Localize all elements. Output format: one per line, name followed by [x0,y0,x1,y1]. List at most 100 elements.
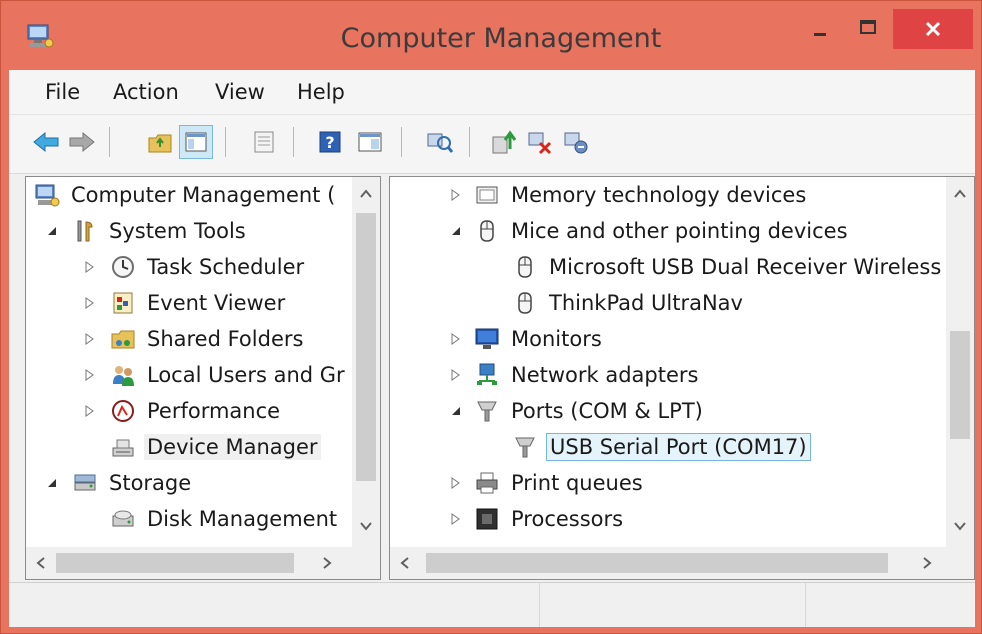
tree-item-label: Performance [147,399,281,423]
menu-action[interactable]: Action [113,80,179,104]
tree-item-performance[interactable]: Performance [82,394,283,428]
event-viewer-icon [110,290,136,316]
toolbar-separator [401,127,402,157]
left-horizontal-scroll-thumb[interactable] [56,553,294,573]
forward-icon[interactable] [65,125,99,159]
device-item-label: ThinkPad UltraNav [549,291,743,315]
scan-hardware-icon[interactable] [423,125,457,159]
status-bar-section [539,583,806,627]
tree-item-label: Device Manager [144,434,321,460]
expanded-arrow-icon[interactable] [44,223,60,239]
scroll-up-arrow-icon[interactable] [954,189,966,199]
tree-item-label: Computer Management ( [71,183,336,207]
minimize-button[interactable] [795,9,845,49]
navigation-tree-pane[interactable]: Computer Management ( System Tools Task … [25,176,381,580]
tree-item-label: Shared Folders [147,327,304,351]
tree-item-label: Event Viewer [147,291,286,315]
device-category-monitors[interactable]: Monitors [448,322,605,356]
show-hide-tree-icon[interactable] [179,125,213,159]
tree-item-computer-management[interactable]: Computer Management ( [34,178,338,212]
tree-item-task-scheduler[interactable]: Task Scheduler [82,250,307,284]
collapsed-arrow-icon[interactable] [448,331,464,347]
scroll-right-arrow-icon[interactable] [322,557,332,569]
tree-item-storage[interactable]: Storage [44,466,194,500]
device-category-label: Print queues [511,471,643,495]
right-vertical-scroll-thumb[interactable] [950,331,970,439]
right-horizontal-scrollbar[interactable] [390,547,974,579]
show-action-pane-icon[interactable] [353,125,387,159]
expanded-arrow-icon[interactable] [44,475,60,491]
tools-icon [72,218,98,244]
processor-icon [474,506,500,532]
device-category-network-adapters[interactable]: Network adapters [448,358,701,392]
disable-device-icon[interactable] [559,125,593,159]
tree-item-label: Disk Management [147,507,338,531]
scroll-up-arrow-icon[interactable] [360,189,372,199]
tree-item-disk-management[interactable]: Disk Management [110,502,340,536]
maximize-button[interactable] [845,9,891,49]
tree-item-local-users-and-groups[interactable]: Local Users and Gr [82,358,348,392]
toolbar-separator [109,127,110,157]
collapsed-arrow-icon[interactable] [82,259,98,275]
device-category-mice[interactable]: Mice and other pointing devices [448,214,851,248]
menu-view[interactable]: View [215,80,265,104]
scroll-down-arrow-icon[interactable] [360,521,372,531]
scroll-right-arrow-icon[interactable] [922,557,932,569]
tree-item-device-manager[interactable]: Device Manager [110,430,321,464]
port-icon [474,398,500,424]
monitor-icon [474,326,500,352]
device-tree-pane[interactable]: Memory technology devices Mice and other… [389,176,975,580]
right-horizontal-scroll-thumb[interactable] [426,553,888,573]
tree-item-label: System Tools [109,219,246,243]
network-adapter-icon [474,362,500,388]
expanded-arrow-icon[interactable] [448,223,464,239]
collapsed-arrow-icon[interactable] [82,367,98,383]
expanded-arrow-icon[interactable] [448,403,464,419]
mouse-icon [512,290,538,316]
collapsed-arrow-icon[interactable] [82,331,98,347]
port-icon [512,434,538,460]
collapsed-arrow-icon[interactable] [448,475,464,491]
close-button[interactable] [893,9,973,49]
toolbar-separator [469,127,470,157]
collapsed-arrow-icon[interactable] [82,295,98,311]
left-vertical-scrollbar[interactable] [352,177,380,547]
scroll-down-arrow-icon[interactable] [954,521,966,531]
device-category-label: Mice and other pointing devices [511,219,848,243]
device-item-thinkpad-ultranav[interactable]: ThinkPad UltraNav [512,286,746,320]
tree-item-event-viewer[interactable]: Event Viewer [82,286,288,320]
device-category-memory-technology[interactable]: Memory technology devices [448,178,809,212]
menu-bar: File Action View Help [9,70,975,115]
device-item-usb-serial-port[interactable]: USB Serial Port (COM17) [512,430,811,464]
collapsed-arrow-icon[interactable] [448,187,464,203]
up-folder-icon[interactable] [143,125,177,159]
tree-item-label: Task Scheduler [147,255,305,279]
scroll-left-arrow-icon[interactable] [36,557,46,569]
device-category-processors[interactable]: Processors [448,502,626,536]
tree-item-shared-folders[interactable]: Shared Folders [82,322,306,356]
device-item-microsoft-usb-dual-receiver[interactable]: Microsoft USB Dual Receiver Wireless [512,250,944,284]
collapsed-arrow-icon[interactable] [448,511,464,527]
help-icon[interactable]: ? [313,125,347,159]
performance-icon [110,398,136,424]
left-vertical-scroll-thumb[interactable] [356,213,376,481]
device-category-ports[interactable]: Ports (COM & LPT) [448,394,706,428]
uninstall-device-icon[interactable] [523,125,557,159]
tree-item-label: Storage [109,471,192,495]
collapsed-arrow-icon[interactable] [448,367,464,383]
scroll-left-arrow-icon[interactable] [400,557,410,569]
toolbar-separator [225,127,226,157]
right-vertical-scrollbar[interactable] [946,177,974,547]
left-horizontal-scrollbar[interactable] [26,547,380,579]
back-icon[interactable] [29,125,63,159]
computer-management-icon [34,182,60,208]
tree-item-system-tools[interactable]: System Tools [44,214,249,248]
printer-icon [474,470,500,496]
update-driver-icon[interactable] [487,125,521,159]
menu-file[interactable]: File [45,80,80,104]
properties-icon[interactable] [247,125,281,159]
menu-help[interactable]: Help [297,80,345,104]
title-bar[interactable]: Computer Management [1,1,981,69]
device-category-print-queues[interactable]: Print queues [448,466,646,500]
collapsed-arrow-icon[interactable] [82,403,98,419]
